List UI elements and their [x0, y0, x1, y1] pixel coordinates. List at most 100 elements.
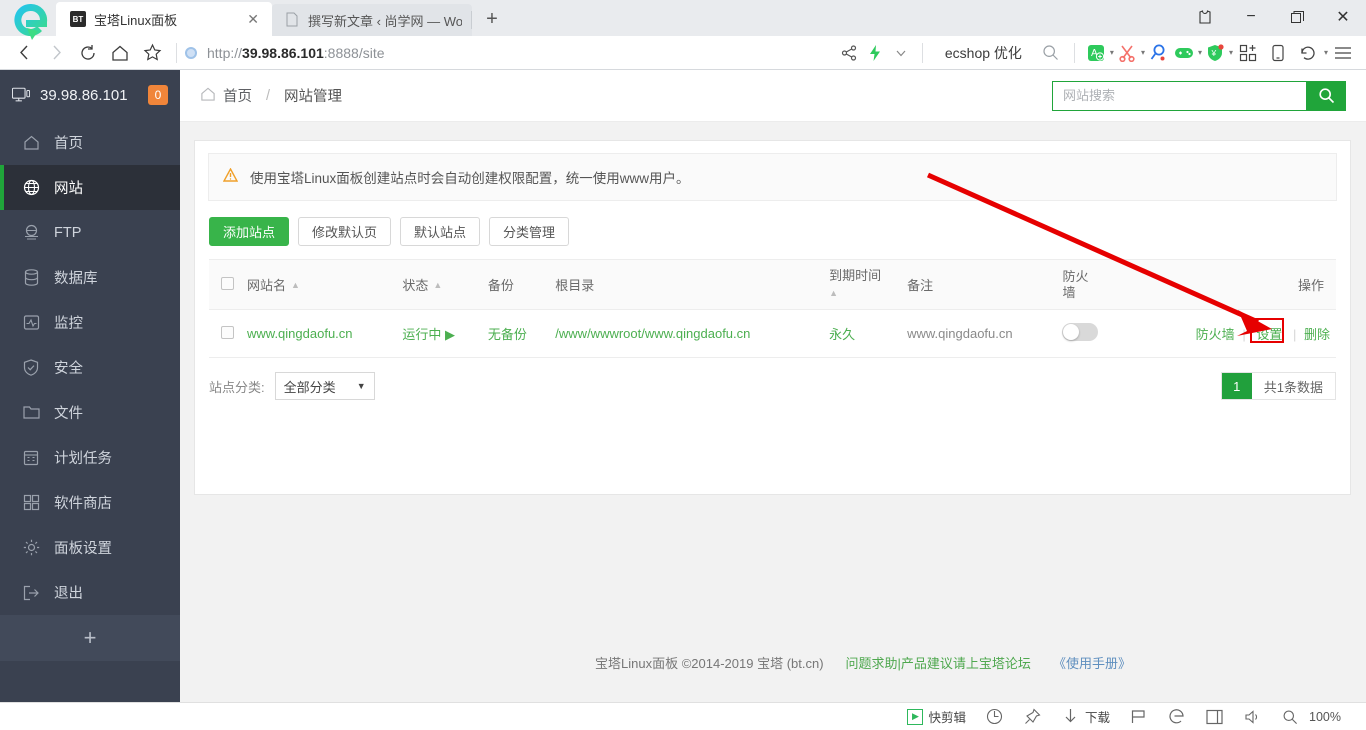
shield-icon	[22, 359, 40, 377]
favorite-star-icon[interactable]	[136, 38, 168, 68]
th-operations: 操作	[1142, 259, 1336, 310]
quickedit-button[interactable]: ▶ 快剪辑	[898, 704, 975, 730]
new-tab-button[interactable]: +	[472, 2, 512, 36]
cell-sitename[interactable]: www.qingdaofu.cn	[241, 309, 397, 358]
search-button[interactable]	[1306, 80, 1346, 111]
page-number-1[interactable]: 1	[1221, 373, 1252, 399]
mobile-view-icon[interactable]	[1263, 38, 1293, 68]
sidebar-item-home[interactable]: 首页	[0, 120, 180, 165]
sidebar-item-website[interactable]: 网站	[0, 165, 180, 210]
edit-default-page-button[interactable]: 修改默认页	[298, 217, 392, 246]
zoom-level-label: 100%	[1309, 709, 1341, 724]
browser-logo-button[interactable]	[1157, 704, 1195, 730]
search-input[interactable]	[1052, 80, 1306, 111]
select-all-checkbox[interactable]	[221, 276, 234, 290]
sidebar-item-security[interactable]: 安全	[0, 345, 180, 390]
notice-text: 使用宝塔Linux面板创建站点时会自动创建权限配置，统一使用www用户。	[250, 171, 690, 186]
row-checkbox-cell[interactable]	[209, 309, 241, 358]
sort-asc-icon[interactable]: ▲	[829, 288, 838, 298]
search-icon[interactable]	[1036, 38, 1066, 68]
tab-title: 撰写新文章 ‹ 尚学网 — WordPr	[308, 13, 462, 29]
browser-logo-icon	[0, 0, 56, 40]
sidebar-item-files[interactable]: 文件	[0, 390, 180, 435]
toolbar-search-text[interactable]: ecshop 优化	[931, 43, 1036, 63]
op-firewall-link[interactable]: 防火墙	[1196, 327, 1235, 342]
sidebar-item-crontab[interactable]: 计划任务	[0, 435, 180, 480]
warning-icon	[222, 167, 239, 186]
download-button[interactable]: 下载	[1051, 704, 1119, 730]
close-icon[interactable]: ✕	[244, 11, 262, 28]
volume-button[interactable]	[1233, 704, 1271, 730]
address-bar[interactable]: http://39.98.86.101:8888/site	[185, 45, 836, 61]
flag-button[interactable]	[1119, 704, 1157, 730]
reload-icon[interactable]	[72, 38, 104, 68]
total-records-label: 共1条数据	[1251, 373, 1335, 399]
shirt-icon[interactable]	[1182, 0, 1228, 34]
database-icon	[22, 269, 40, 287]
footer-help-link[interactable]: 问题求助|产品建议请上宝塔论坛	[846, 653, 1031, 672]
footer-manual-link[interactable]: 《使用手册》	[1053, 653, 1131, 672]
browser-tab-inactive[interactable]: 撰写新文章 ‹ 尚学网 — WordPr	[272, 4, 472, 36]
category-manage-button[interactable]: 分类管理	[489, 217, 570, 246]
sidebar-item-logout[interactable]: 退出	[0, 570, 180, 615]
th-expire[interactable]: 到期时间 ▲	[823, 259, 902, 310]
sidebar-item-database[interactable]: 数据库	[0, 255, 180, 300]
browser-tab-active[interactable]: BT 宝塔Linux面板 ✕	[56, 2, 272, 36]
home-icon[interactable]	[104, 38, 136, 68]
pin-button[interactable]	[1013, 704, 1051, 730]
sidebar-toggle-button[interactable]	[1195, 704, 1233, 730]
scissors-icon[interactable]	[1114, 38, 1140, 68]
security-shield-icon[interactable]: ¥	[1202, 38, 1228, 68]
translate-icon[interactable]: A	[1083, 38, 1109, 68]
th-label: 备注	[907, 278, 934, 293]
th-label: 状态	[402, 278, 429, 293]
sidebar-item-monitor[interactable]: 监控	[0, 300, 180, 345]
sidebar-badge[interactable]: 0	[148, 85, 168, 105]
chevron-down-icon[interactable]	[888, 38, 914, 68]
magnifier-blue-icon[interactable]	[1145, 38, 1171, 68]
default-site-button[interactable]: 默认站点	[400, 217, 481, 246]
minimize-button[interactable]: −	[1228, 0, 1274, 34]
apps-grid-icon[interactable]	[1233, 38, 1263, 68]
row-checkbox[interactable]	[221, 325, 234, 339]
sort-asc-icon[interactable]: ▲	[433, 280, 442, 290]
restore-button[interactable]	[1274, 0, 1320, 34]
op-settings-link[interactable]: 设置	[1256, 327, 1282, 342]
search-icon	[1280, 707, 1300, 727]
undo-icon[interactable]	[1293, 38, 1323, 68]
cell-backup[interactable]: 无备份	[481, 309, 550, 358]
sidebar-item-label: 安全	[54, 361, 83, 377]
op-delete-link[interactable]: 删除	[1304, 327, 1330, 342]
firewall-toggle[interactable]	[1062, 323, 1099, 341]
cell-note[interactable]: www.qingdaofu.cn	[901, 309, 1057, 358]
cell-rootdir[interactable]: /www/wwwroot/www.qingdaofu.cn	[549, 309, 824, 358]
tab-title: 宝塔Linux面板	[94, 12, 178, 28]
cell-expire[interactable]: 永久	[823, 309, 902, 358]
sidebar-item-ftp[interactable]: FTP	[0, 210, 180, 255]
th-select-all[interactable]	[209, 259, 241, 310]
monitor-icon	[22, 314, 40, 332]
sidebar-add-button[interactable]: +	[0, 615, 180, 661]
folder-icon	[22, 404, 40, 422]
menu-icon[interactable]	[1328, 38, 1358, 68]
sidebar-host-label: 39.98.86.101	[40, 86, 128, 104]
share-icon[interactable]	[836, 38, 862, 68]
gamepad-icon[interactable]	[1171, 38, 1197, 68]
zoom-search-button[interactable]: 100%	[1271, 704, 1356, 730]
sidebar-item-label: FTP	[54, 224, 82, 241]
sidebar-item-appstore[interactable]: 软件商店	[0, 480, 180, 525]
globe-icon	[22, 179, 40, 197]
url-rest: :8888/site	[323, 44, 385, 61]
th-sitename[interactable]: 网站名 ▲	[241, 259, 397, 310]
close-button[interactable]: ✕	[1320, 0, 1366, 34]
breadcrumb-home[interactable]: 首页	[223, 85, 252, 106]
play-icon[interactable]: ▶	[445, 327, 455, 342]
lightning-icon[interactable]	[862, 38, 888, 68]
sort-asc-icon[interactable]: ▲	[291, 280, 300, 290]
category-select[interactable]: 全部分类 ▼	[274, 372, 375, 400]
sidebar-item-settings[interactable]: 面板设置	[0, 525, 180, 570]
add-site-button[interactable]: 添加站点	[209, 217, 290, 246]
toolbar-right-icons: ecshop 优化 A ▾ ▾ ▾ ¥ ▾ ▾	[836, 38, 1358, 68]
th-status[interactable]: 状态 ▲	[396, 259, 482, 310]
compass-button[interactable]	[975, 704, 1013, 730]
